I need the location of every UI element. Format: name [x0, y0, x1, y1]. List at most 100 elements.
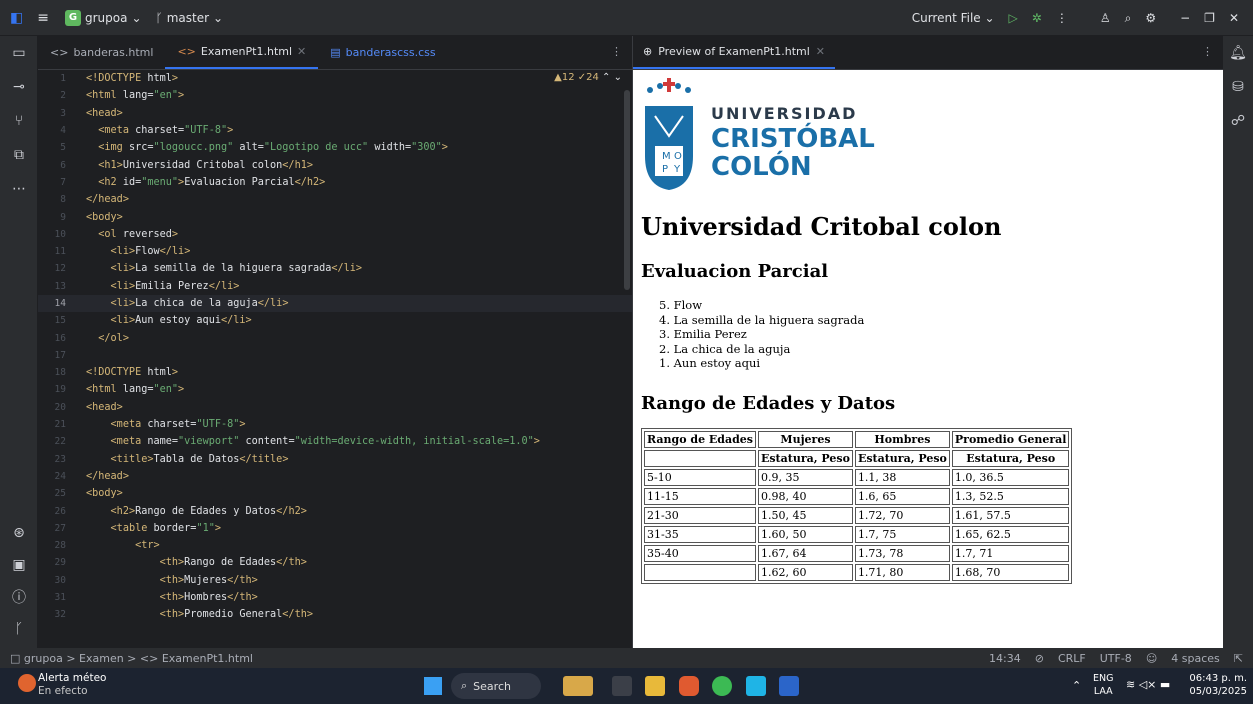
- git-icon[interactable]: ᚴ: [0, 612, 38, 646]
- code-line[interactable]: 12 <li>La semilla de la higuera sagrada<…: [38, 260, 632, 277]
- services-icon[interactable]: ⊛: [0, 516, 38, 550]
- more-icon[interactable]: ⋮: [1056, 11, 1068, 25]
- notifications-icon[interactable]: 🔔︎: [1223, 36, 1253, 70]
- tab-banderascss-css[interactable]: ▤ banderascss.css: [318, 36, 447, 69]
- project-icon[interactable]: ▭: [0, 36, 38, 70]
- indent-setting[interactable]: 4 spaces: [1171, 652, 1220, 665]
- tab-options-icon[interactable]: ⋮: [601, 36, 632, 69]
- file-explorer-icon[interactable]: [645, 676, 665, 696]
- project-switcher[interactable]: G grupoa ⌄: [64, 9, 142, 26]
- code-area[interactable]: ▲12 ✓24 ⌃ ⌄ 1 <!DOCTYPE html> 2 <html lang=…: [38, 70, 632, 648]
- breadcrumb[interactable]: □ grupoa > Examen > <> ExamenPt1.html: [10, 652, 253, 665]
- code-line[interactable]: 25 <body>: [38, 485, 632, 502]
- code-line[interactable]: 21 <meta charset="UTF-8">: [38, 416, 632, 433]
- tab-banderas-html[interactable]: <> banderas.html: [38, 36, 165, 69]
- pull-requests-icon[interactable]: ⑂: [0, 104, 38, 138]
- problems-icon[interactable]: ⓘ: [0, 580, 38, 614]
- list-item: 1. Aun estoy aqui: [659, 356, 761, 370]
- main-menu-icon[interactable]: ≡: [37, 10, 49, 26]
- search-icon[interactable]: ⌕: [1125, 11, 1132, 26]
- code-line[interactable]: 29 <th>Rango de Edades</th>: [38, 554, 632, 571]
- wifi-volume-battery-icons[interactable]: ≋ ◁× ▬: [1126, 678, 1170, 691]
- structure-icon[interactable]: ⧉: [0, 138, 38, 172]
- code-line[interactable]: 4 <meta charset="UTF-8">: [38, 122, 632, 139]
- code-line[interactable]: 13 <li>Emilia Perez</li>: [38, 278, 632, 295]
- database-icon[interactable]: ⛁: [1223, 70, 1253, 104]
- task-view-icon[interactable]: [612, 676, 632, 696]
- code-line[interactable]: 32 <th>Promedio General</th>: [38, 606, 632, 623]
- line-number: 19: [54, 384, 66, 396]
- more-tools-icon[interactable]: ⋯: [0, 172, 38, 206]
- table-row: 35-40 1.67, 64 1.73, 78 1.7, 71: [644, 544, 1070, 562]
- branch-switcher[interactable]: ᚴ master ⌄: [156, 11, 224, 25]
- table-cell: 5-10: [644, 468, 756, 486]
- brave-browser-icon[interactable]: [679, 676, 699, 696]
- code-line[interactable]: 31 <th>Hombres</th>: [38, 589, 632, 606]
- code-line[interactable]: 27 <table border="1">: [38, 520, 632, 537]
- code-text: <li>Emilia Perez</li>: [110, 280, 240, 292]
- code-line[interactable]: 2 <html lang="en">: [38, 87, 632, 104]
- code-line[interactable]: 8 </head>: [38, 191, 632, 208]
- add-user-icon[interactable]: ♙: [1100, 11, 1111, 25]
- ai-assistant-icon[interactable]: ☍: [1223, 104, 1253, 138]
- caret-position[interactable]: 14:34: [989, 652, 1021, 665]
- minimize-button[interactable]: −: [1180, 11, 1190, 25]
- code-line[interactable]: 15 <li>Aun estoy aqui</li>: [38, 312, 632, 329]
- code-line[interactable]: 22 <meta name="viewport" content="width=…: [38, 433, 632, 450]
- word-icon[interactable]: [779, 676, 799, 696]
- start-button[interactable]: [424, 677, 442, 695]
- code-line[interactable]: 18 <!DOCTYPE html>: [38, 364, 632, 381]
- settings-icon[interactable]: ⚙: [1145, 11, 1156, 25]
- chrome-icon[interactable]: [712, 676, 732, 696]
- app-logo-icon[interactable]: ◧: [10, 10, 23, 26]
- code-line[interactable]: 5 <img src="logoucc.png" alt="Logotipo d…: [38, 139, 632, 156]
- line-number: 21: [54, 419, 66, 431]
- code-line[interactable]: 3 <head>: [38, 105, 632, 122]
- run-icon[interactable]: ▷: [1009, 11, 1018, 25]
- code-line[interactable]: 20 <head>: [38, 399, 632, 416]
- code-line[interactable]: 16 </ol>: [38, 329, 632, 346]
- tab-examenpt1-html[interactable]: <> ExamenPt1.html ✕: [165, 36, 319, 69]
- weather-widget[interactable]: Alerta méteo En efecto: [18, 672, 106, 698]
- editor-scrollbar[interactable]: [624, 90, 630, 290]
- line-separator[interactable]: CRLF: [1058, 652, 1086, 665]
- close-tab-icon[interactable]: ✕: [816, 45, 825, 58]
- code-text: <html lang="en">: [86, 90, 185, 102]
- terminal-icon[interactable]: ▣: [0, 548, 38, 582]
- run-config-selector[interactable]: Current File ⌄: [912, 11, 995, 25]
- code-line[interactable]: 10 <ol reversed>: [38, 226, 632, 243]
- code-text: <ol reversed>: [98, 228, 179, 240]
- code-line[interactable]: 26 <h2>Rango de Edades y Datos</h2>: [38, 502, 632, 519]
- code-line[interactable]: 9 <body>: [38, 208, 632, 225]
- preview-options-icon[interactable]: ⋮: [1192, 36, 1223, 69]
- system-clock[interactable]: 06:43 p. m. 05/03/2025: [1189, 672, 1247, 698]
- code-line[interactable]: 11 <li>Flow</li>: [38, 243, 632, 260]
- code-line[interactable]: 17: [38, 347, 632, 364]
- debug-icon[interactable]: ✲: [1032, 11, 1042, 25]
- code-line[interactable]: 23 <title>Tabla de Datos</title>: [38, 451, 632, 468]
- share-icon[interactable]: ⇱: [1234, 652, 1243, 665]
- tab-preview[interactable]: ⊕ Preview of ExamenPt1.html ✕: [633, 36, 836, 69]
- commit-icon[interactable]: ⊸: [0, 70, 38, 104]
- close-tab-icon[interactable]: ✕: [297, 45, 306, 58]
- code-line[interactable]: 30 <th>Mujeres</th>: [38, 572, 632, 589]
- widgets-icon[interactable]: [563, 676, 593, 696]
- language-indicator[interactable]: ENG LAA: [1093, 672, 1113, 698]
- code-line[interactable]: 7 <h2 id="menu">Evaluacion Parcial</h2>: [38, 174, 632, 191]
- code-line[interactable]: 1 <!DOCTYPE html>: [38, 70, 632, 87]
- code-line[interactable]: 19 <html lang="en">: [38, 381, 632, 398]
- webstorm-icon[interactable]: [746, 676, 766, 696]
- close-button[interactable]: ✕: [1229, 11, 1239, 25]
- restore-button[interactable]: ❐: [1204, 11, 1215, 25]
- project-name: grupoa: [84, 10, 128, 25]
- code-line[interactable]: 28 <tr>: [38, 537, 632, 554]
- taskbar-search[interactable]: ⌕ Search: [451, 673, 541, 699]
- inspection-widget[interactable]: ▲12 ✓24 ⌃ ⌄: [554, 72, 622, 83]
- tip-icon[interactable]: ☺: [1146, 652, 1157, 665]
- code-line[interactable]: 24 </head>: [38, 468, 632, 485]
- file-encoding[interactable]: UTF-8: [1100, 652, 1132, 665]
- tray-chevron-icon[interactable]: ⌃: [1072, 679, 1081, 692]
- code-line[interactable]: 14 <li>La chica de la aguja</li>: [38, 294, 632, 313]
- no-ai-icon[interactable]: ⊘: [1035, 652, 1044, 665]
- code-line[interactable]: 6 <h1>Universidad Critobal colon</h1>: [38, 156, 632, 173]
